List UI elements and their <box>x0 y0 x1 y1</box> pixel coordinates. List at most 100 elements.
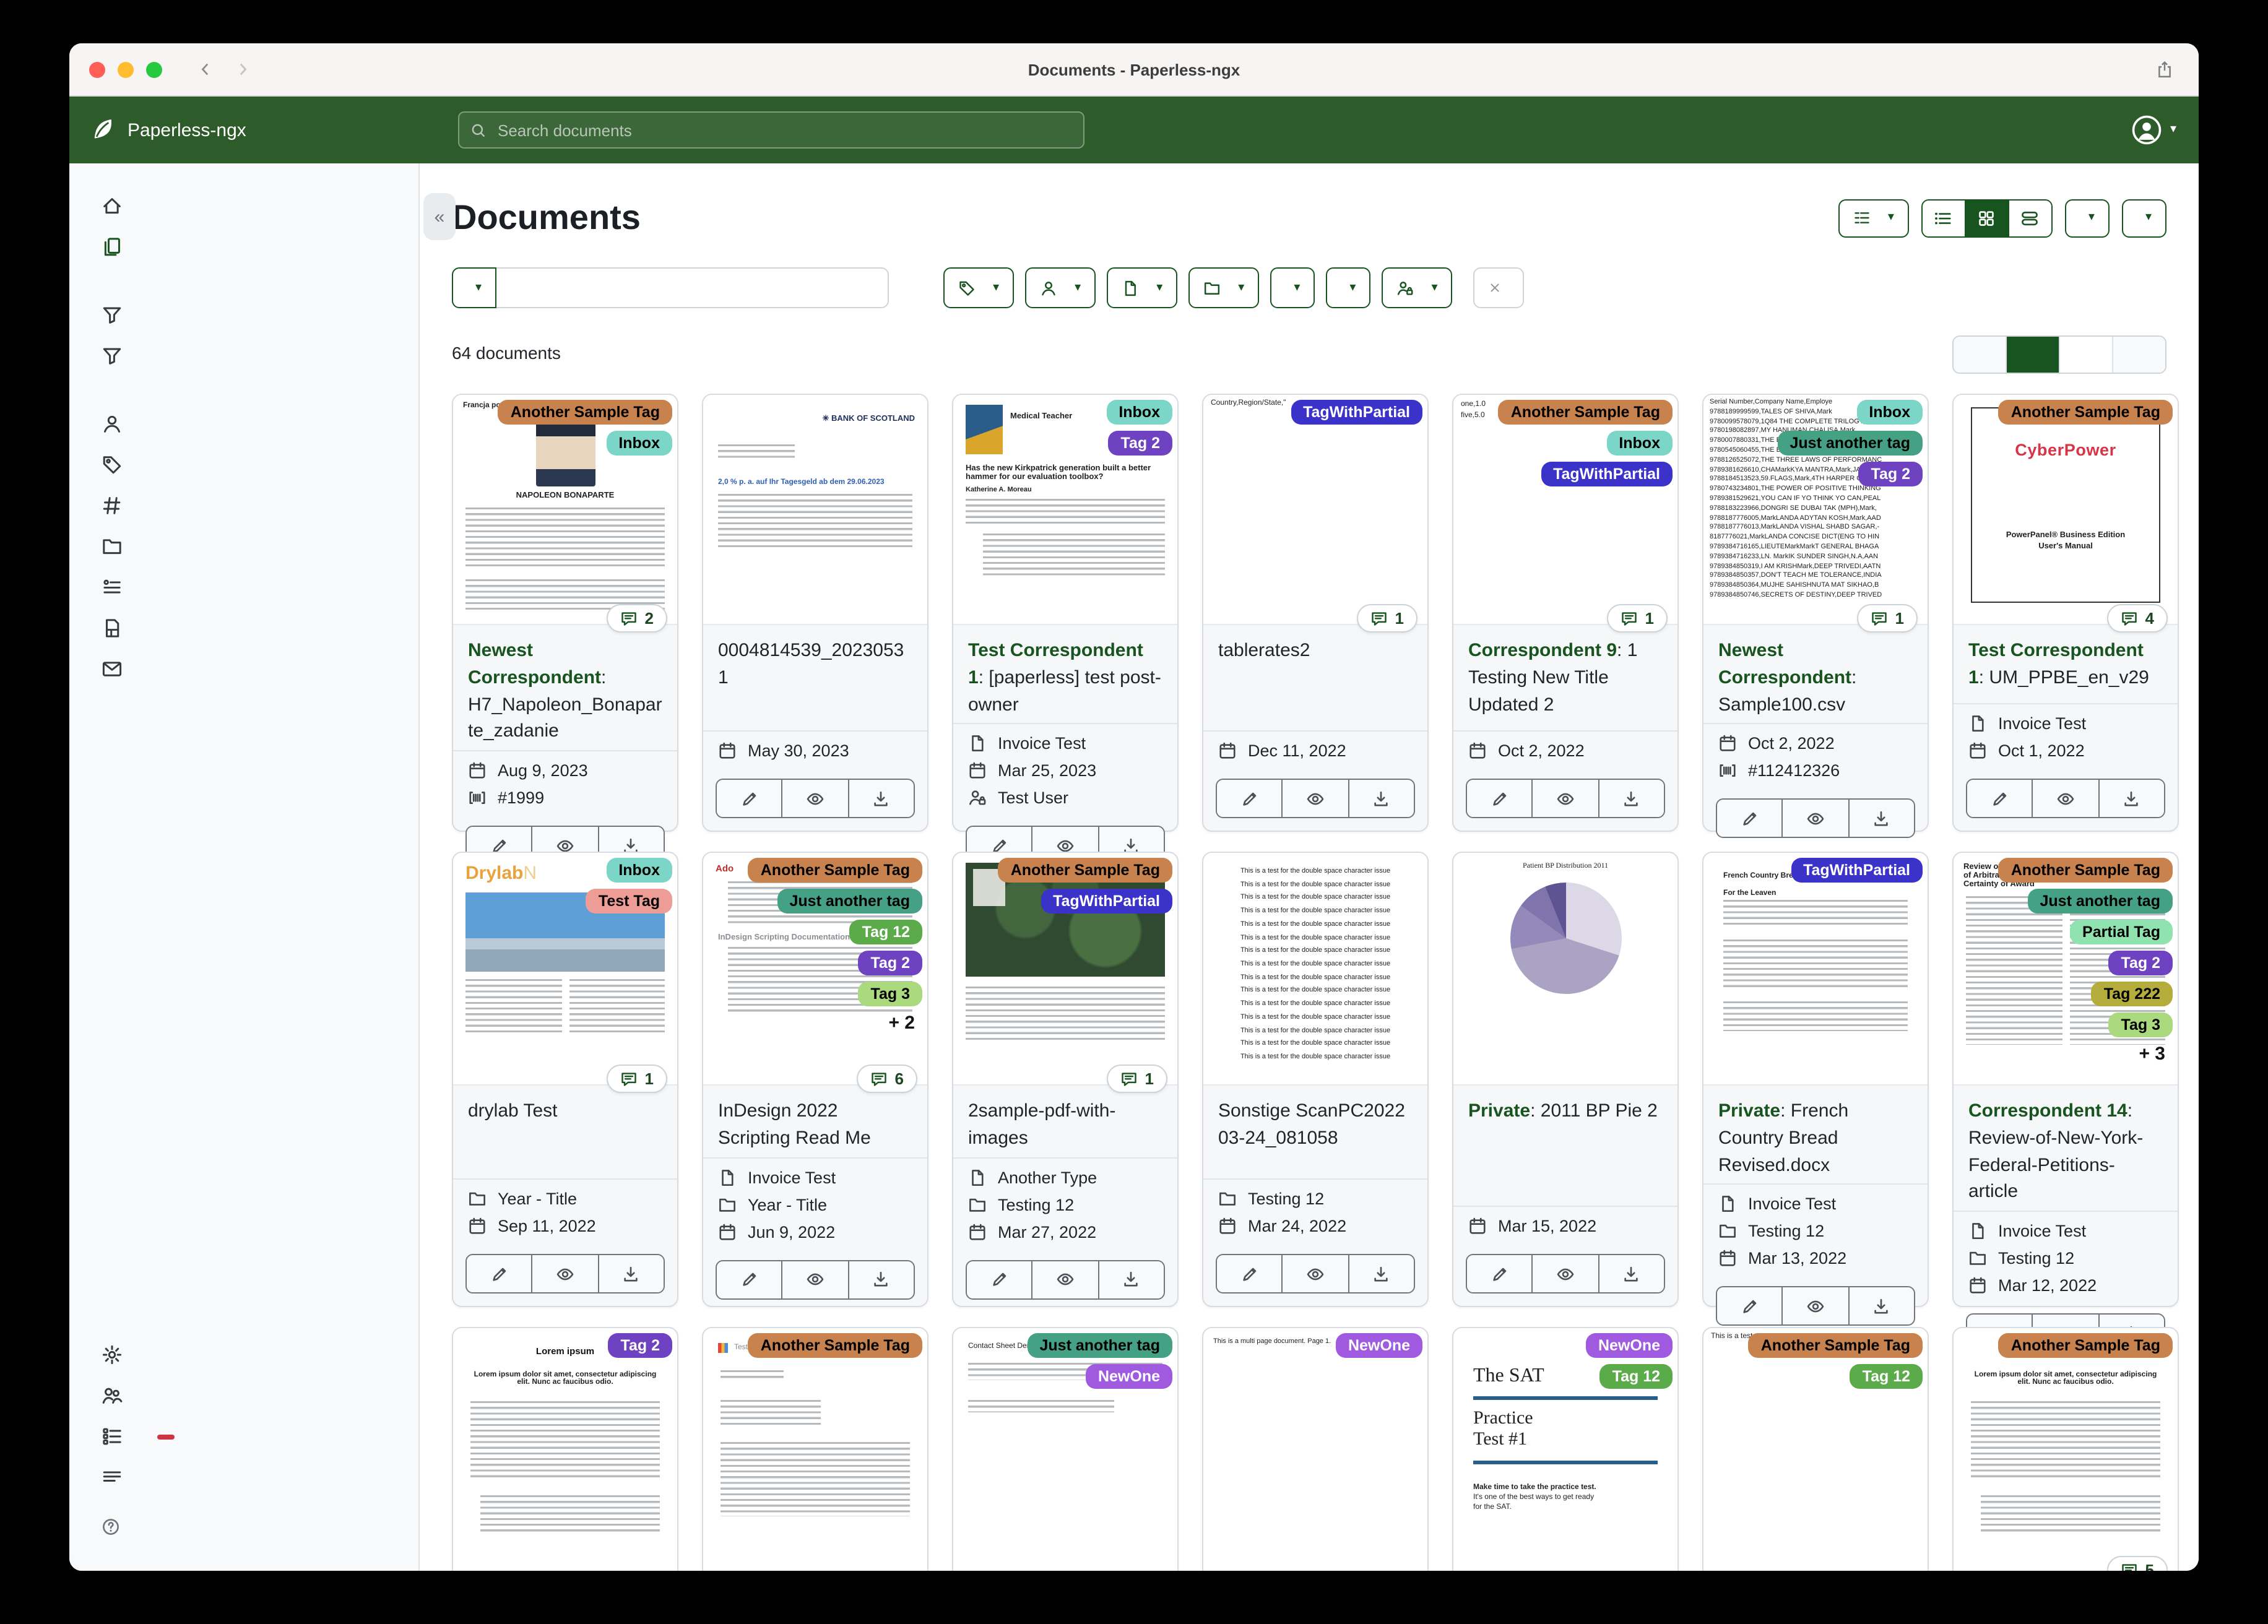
preview-button[interactable] <box>1783 800 1850 837</box>
sort-button[interactable]: ▾ <box>2064 199 2110 237</box>
document-correspondent[interactable]: Private <box>1468 1100 1530 1121</box>
preview-button[interactable] <box>1283 1255 1349 1292</box>
filter-created-button[interactable]: ▾ <box>1270 267 1315 308</box>
edit-button[interactable] <box>1217 780 1283 817</box>
edit-button[interactable] <box>1467 780 1533 817</box>
filter-document-type-button[interactable]: ▾ <box>1107 267 1178 308</box>
tag-pill[interactable]: Inbox <box>1606 431 1673 456</box>
download-button[interactable] <box>1349 1255 1414 1292</box>
sidebar-item-documents[interactable] <box>69 227 418 267</box>
document-thumbnail[interactable]: This is a test Another Sample Tag Tag 12 <box>1703 1328 1928 1571</box>
tag-pill[interactable]: TagWithPartial <box>1541 462 1673 486</box>
document-title[interactable]: 0004814539_20230531 <box>718 637 912 691</box>
view-list-button[interactable] <box>1922 200 1966 236</box>
comment-count-pill[interactable]: 1 <box>1106 1065 1167 1093</box>
tag-pill[interactable]: Inbox <box>606 858 672 883</box>
select-button[interactable]: ▾ <box>1838 199 1909 237</box>
document-thumbnail[interactable]: Patient BP Distribution 2011 <box>1453 853 1677 1086</box>
edit-button[interactable] <box>1717 800 1783 837</box>
tag-pill[interactable]: Just another tag <box>777 889 922 914</box>
search-input[interactable] <box>495 119 1072 140</box>
comment-count-pill[interactable]: 4 <box>2106 604 2168 633</box>
document-title[interactable]: 2sample-pdf-with-images <box>968 1098 1162 1152</box>
preview-button[interactable] <box>2033 780 2100 817</box>
tag-pill[interactable]: Just another tag <box>2027 889 2173 914</box>
edit-button[interactable] <box>1967 780 2033 817</box>
document-card[interactable]: CyberPower PowerPanel® Business Edition Us… <box>1952 394 2179 832</box>
filter-tags-button[interactable]: ▾ <box>943 267 1015 308</box>
document-title[interactable]: Newest Correspondent: H7_Napoleon_Bonapa… <box>468 637 662 745</box>
document-thumbnail[interactable]: Another Sample Tag TagWithPartial <box>953 853 1177 1086</box>
sidebar-item-users-groups[interactable] <box>69 1375 418 1416</box>
forward-icon[interactable] <box>234 61 251 78</box>
share-icon[interactable] <box>2155 60 2174 79</box>
document-title[interactable]: Correspondent 14: Review-of-New-York-Fed… <box>1968 1098 2163 1206</box>
tag-pill[interactable]: Another Sample Tag <box>1748 1333 1923 1358</box>
document-card[interactable]: Lorem ipsumLorem ipsum dolor sit amet, c… <box>1952 1327 2179 1571</box>
document-title[interactable]: tablerates2 <box>1218 637 1413 665</box>
tag-pill[interactable]: NewOne <box>1335 1333 1422 1358</box>
download-button[interactable] <box>1099 1261 1164 1298</box>
tag-pill[interactable]: Partial Tag <box>2070 920 2173 944</box>
document-card[interactable]: ✳ BANK OF SCOTLAND 2,0 % p. a. auf Ihr Ta… <box>702 394 928 832</box>
document-card[interactable]: Patient BP Distribution 2011 Private: 201… <box>1452 852 1679 1307</box>
document-title[interactable]: Test Correspondent 1: [paperless] test p… <box>968 637 1162 719</box>
document-card[interactable]: This is a multi page document. Page 1. Ne… <box>1202 1327 1429 1571</box>
page-1-button[interactable] <box>2007 337 2060 373</box>
edit-button[interactable] <box>1467 1255 1533 1292</box>
download-button[interactable] <box>1599 780 1664 817</box>
sidebar-item-templates[interactable] <box>69 608 418 649</box>
document-title[interactable]: Private: 2011 BP Pie 2 <box>1468 1098 1663 1125</box>
document-thumbnail[interactable]: Review of of Arbitral Certainty of Award An… <box>1954 853 2178 1086</box>
document-thumbnail[interactable]: CyberPower PowerPanel® Business Edition Us… <box>1954 395 2178 625</box>
document-card[interactable]: The SAT Practice Test #1 Make time to take … <box>1452 1327 1679 1571</box>
tag-pill[interactable]: NewOne <box>1085 1364 1172 1389</box>
download-button[interactable] <box>849 780 914 817</box>
document-card[interactable]: Review of of Arbitral Certainty of Award An… <box>1952 852 2179 1353</box>
document-card[interactable]: DrylabN Inbox Test Tag 1 drylab Test Year - T… <box>452 852 678 1307</box>
tag-pill[interactable]: Tag 2 <box>608 1333 672 1358</box>
tag-pill[interactable]: Test Tag <box>586 889 672 914</box>
tag-pill[interactable]: Tag 12 <box>849 920 922 944</box>
document-correspondent[interactable]: Newest Correspondent <box>468 640 601 688</box>
download-button[interactable] <box>599 1255 664 1292</box>
document-card[interactable]: Francja pod rz NAPOLEON BONAPARTE Another … <box>452 394 678 865</box>
document-correspondent[interactable]: Correspondent 14 <box>1968 1100 2127 1121</box>
tag-pill[interactable]: Another Sample Tag <box>998 858 1172 883</box>
document-correspondent[interactable]: Private <box>1718 1100 1780 1121</box>
download-button[interactable] <box>1599 1255 1664 1292</box>
document-title[interactable]: Test Correspondent 1: UM_PPBE_en_v29 <box>1968 637 2163 691</box>
tag-pill[interactable]: Tag 222 <box>2091 982 2173 1006</box>
sidebar-item-storage-paths[interactable] <box>69 526 418 567</box>
tag-pill[interactable]: Tag 12 <box>1599 1364 1673 1389</box>
comment-count-pill[interactable]: 1 <box>1856 604 1918 633</box>
zoom-window-button[interactable] <box>146 61 162 77</box>
document-title[interactable]: drylab Test <box>468 1098 662 1125</box>
download-button[interactable] <box>1849 1287 1914 1325</box>
preview-button[interactable] <box>782 780 849 817</box>
tag-pill[interactable]: Tag 2 <box>1108 431 1172 456</box>
document-card[interactable]: This is a test Another Sample Tag Tag 12 <box>1702 1327 1929 1571</box>
minimize-window-button[interactable] <box>118 61 134 77</box>
sidebar-item-inbox[interactable] <box>69 295 418 335</box>
tag-pill[interactable]: NewOne <box>1585 1333 1673 1358</box>
document-thumbnail[interactable]: Francja pod rz NAPOLEON BONAPARTE Another … <box>453 395 677 625</box>
close-window-button[interactable] <box>89 61 105 77</box>
preview-button[interactable] <box>1783 1287 1850 1325</box>
filter-storage-path-button[interactable]: ▾ <box>1188 267 1260 308</box>
sidebar-item-dashboard[interactable] <box>69 186 418 227</box>
document-thumbnail[interactable]: Contact Sheet Demo Just another tag NewOne <box>953 1328 1177 1571</box>
sidebar-item-document-types[interactable] <box>69 485 418 526</box>
sidebar-item-recently-added[interactable] <box>69 335 418 376</box>
search-type-dropdown[interactable]: ▾ <box>452 267 497 308</box>
filter-permissions-button[interactable]: ▾ <box>1382 267 1453 308</box>
preview-button[interactable] <box>1283 780 1349 817</box>
sidebar-item-logs[interactable] <box>69 1457 418 1498</box>
document-thumbnail[interactable]: Country,Region/State," TagWithPartial <box>1203 395 1427 625</box>
view-grid-button[interactable] <box>1965 200 2009 236</box>
back-icon[interactable] <box>197 61 214 78</box>
tag-pill[interactable]: Another Sample Tag <box>748 858 922 883</box>
document-correspondent[interactable]: Correspondent 9 <box>1468 640 1617 661</box>
tag-pill[interactable]: Tag 2 <box>1858 462 1923 486</box>
document-thumbnail[interactable]: DrylabN Inbox Test Tag <box>453 853 677 1086</box>
